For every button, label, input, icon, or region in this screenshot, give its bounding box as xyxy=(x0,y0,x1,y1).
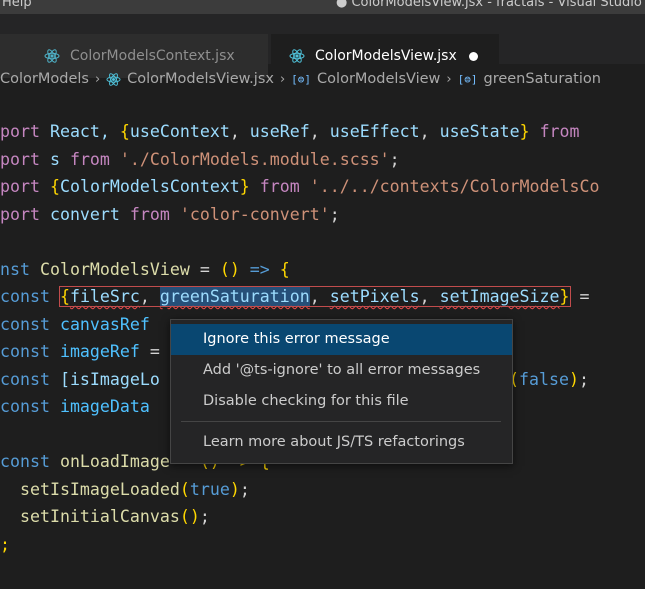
tab-label: ColorModelsContext.jsx xyxy=(70,48,235,64)
breadcrumb: ColorModels › ColorModelsView.jsx › [⊜] … xyxy=(0,66,645,92)
chevron-right-icon: › xyxy=(446,71,452,87)
code-line-16: }; xyxy=(0,534,10,554)
tab-label: ColorModelsView.jsx xyxy=(315,48,457,64)
menu-item-learn-more[interactable]: Learn more about JS/TS refactorings xyxy=(171,427,512,458)
code-line-14: setIsImageLoaded(true); xyxy=(19,479,250,499)
react-icon xyxy=(44,49,60,63)
menu-divider xyxy=(181,421,501,422)
breadcrumb-component-label: ColorModelsView xyxy=(317,71,441,87)
unsaved-dot-icon[interactable] xyxy=(468,51,478,61)
menu-item-disable-checking[interactable]: Disable checking for this file xyxy=(171,386,512,417)
code-line-8: const canvasRef xyxy=(0,314,150,334)
variable-symbol-icon: [⊜] xyxy=(291,72,312,86)
react-icon xyxy=(289,49,305,63)
breadcrumb-folder[interactable]: ColorModels xyxy=(0,71,89,87)
chevron-right-icon: › xyxy=(279,71,286,87)
editor-tab-bar: ColorModelsContext.jsx ColorModelsView.j… xyxy=(0,14,645,78)
menu-item-add-ts-ignore[interactable]: Add '@ts-ignore' to all error messages xyxy=(171,355,512,386)
window-title: ● ColorModelsView.jsx - fractals - Visua… xyxy=(336,0,645,10)
breadcrumb-symbol-label: greenSaturation xyxy=(483,71,601,87)
breadcrumb-file[interactable]: ColorModelsView.jsx xyxy=(106,71,274,87)
variable-symbol-icon: [⊜] xyxy=(457,72,478,86)
quick-fix-context-menu: Ignore this error message Add '@ts-ignor… xyxy=(170,319,513,464)
code-line-15: setInitialCanvas(); xyxy=(19,507,210,526)
selected-identifier[interactable]: greenSaturation xyxy=(159,287,310,306)
code-line-11: const imageData xyxy=(0,397,150,416)
breadcrumb-symbol[interactable]: [⊜] greenSaturation xyxy=(458,71,601,87)
code-line-7: const {fileSrc, greenSaturation, setPixe… xyxy=(0,286,590,307)
menu-item-ignore-error[interactable]: Ignore this error message xyxy=(171,324,512,355)
code-line-10: const [isImageLo xyxy=(0,369,160,389)
code-line-1: port React, {useContext, useRef, useEffe… xyxy=(0,122,580,141)
menu-help[interactable]: Help xyxy=(2,0,32,10)
code-line-6: nst ColorModelsView = () => { xyxy=(0,259,290,279)
code-line-9: const imageRef = xyxy=(0,342,160,361)
title-bar: Help ● ColorModelsView.jsx - fractals - … xyxy=(0,0,645,14)
code-line-3: port {ColorModelsContext} from '../../co… xyxy=(0,177,600,196)
code-line-4: port convert from 'color-convert'; xyxy=(0,204,340,224)
react-icon xyxy=(106,72,121,86)
chevron-right-icon: › xyxy=(94,71,101,87)
breadcrumb-component[interactable]: [⊜] ColorModelsView xyxy=(291,71,440,87)
breadcrumb-file-label: ColorModelsView.jsx xyxy=(127,71,274,87)
code-line-2: port s from './ColorModels.module.scss'; xyxy=(0,149,400,169)
